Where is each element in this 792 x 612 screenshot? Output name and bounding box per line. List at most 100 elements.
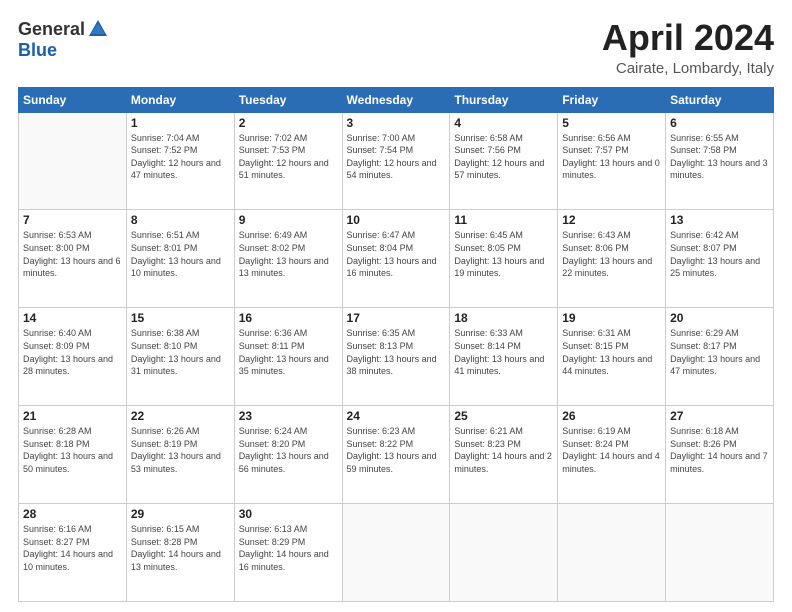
- week-row-1: 7Sunrise: 6:53 AMSunset: 8:00 PMDaylight…: [19, 210, 774, 308]
- day-info: Sunrise: 6:51 AMSunset: 8:01 PMDaylight:…: [131, 229, 230, 279]
- day-number: 18: [454, 311, 553, 325]
- day-info: Sunrise: 6:40 AMSunset: 8:09 PMDaylight:…: [23, 327, 122, 377]
- day-number: 3: [347, 116, 446, 130]
- day-info: Sunrise: 6:36 AMSunset: 8:11 PMDaylight:…: [239, 327, 338, 377]
- weekday-header-monday: Monday: [126, 87, 234, 112]
- day-info: Sunrise: 6:58 AMSunset: 7:56 PMDaylight:…: [454, 132, 553, 182]
- day-info: Sunrise: 6:55 AMSunset: 7:58 PMDaylight:…: [670, 132, 769, 182]
- day-number: 17: [347, 311, 446, 325]
- day-cell: 15 Sunrise: 6:38 AMSunset: 8:10 PMDayligh…: [126, 308, 234, 406]
- header: General Blue April 2024 Cairate, Lombard…: [18, 18, 774, 77]
- day-info: Sunrise: 6:16 AMSunset: 8:27 PMDaylight:…: [23, 523, 122, 573]
- day-cell: 24Sunrise: 6:23 AMSunset: 8:22 PMDayligh…: [342, 406, 450, 504]
- day-cell: 7Sunrise: 6:53 AMSunset: 8:00 PMDaylight…: [19, 210, 127, 308]
- week-row-0: 1Sunrise: 7:04 AMSunset: 7:52 PMDaylight…: [19, 112, 774, 210]
- day-number: 11: [454, 213, 553, 227]
- day-cell: 4 Sunrise: 6:58 AMSunset: 7:56 PMDaylight…: [450, 112, 558, 210]
- day-number: 19: [562, 311, 661, 325]
- day-cell: 10 Sunrise: 6:47 AMSunset: 8:04 PMDayligh…: [342, 210, 450, 308]
- logo-general-text: General: [18, 19, 85, 40]
- day-number: 20: [670, 311, 769, 325]
- day-number: 7: [23, 213, 122, 227]
- day-cell: 17 Sunrise: 6:35 AMSunset: 8:13 PMDayligh…: [342, 308, 450, 406]
- day-cell: [666, 504, 774, 602]
- day-info: Sunrise: 6:47 AMSunset: 8:04 PMDaylight:…: [347, 229, 446, 279]
- day-cell: 26 Sunrise: 6:19 AMSunset: 8:24 PMDayligh…: [558, 406, 666, 504]
- day-cell: [342, 504, 450, 602]
- day-number: 6: [670, 116, 769, 130]
- logo-icon: [87, 18, 109, 40]
- day-cell: 29 Sunrise: 6:15 AMSunset: 8:28 PMDayligh…: [126, 504, 234, 602]
- day-cell: 20 Sunrise: 6:29 AMSunset: 8:17 PMDayligh…: [666, 308, 774, 406]
- day-cell: 21 Sunrise: 6:28 AMSunset: 8:18 PMDayligh…: [19, 406, 127, 504]
- day-cell: 19 Sunrise: 6:31 AMSunset: 8:15 PMDayligh…: [558, 308, 666, 406]
- weekday-header-thursday: Thursday: [450, 87, 558, 112]
- weekday-header-friday: Friday: [558, 87, 666, 112]
- day-cell: [19, 112, 127, 210]
- day-info: Sunrise: 6:33 AMSunset: 8:14 PMDaylight:…: [454, 327, 553, 377]
- day-cell: 28 Sunrise: 6:16 AMSunset: 8:27 PMDayligh…: [19, 504, 127, 602]
- month-title: April 2024: [602, 18, 774, 58]
- day-cell: 12 Sunrise: 6:43 AMSunset: 8:06 PMDayligh…: [558, 210, 666, 308]
- day-info: Sunrise: 6:49 AMSunset: 8:02 PMDaylight:…: [239, 229, 338, 279]
- day-info: Sunrise: 7:04 AMSunset: 7:52 PMDaylight:…: [131, 132, 230, 182]
- day-number: 8: [131, 213, 230, 227]
- day-number: 29: [131, 507, 230, 521]
- day-info: Sunrise: 6:31 AMSunset: 8:15 PMDaylight:…: [562, 327, 661, 377]
- day-info: Sunrise: 6:15 AMSunset: 8:28 PMDaylight:…: [131, 523, 230, 573]
- day-info: Sunrise: 6:13 AMSunset: 8:29 PMDaylight:…: [239, 523, 338, 573]
- day-cell: 27 Sunrise: 6:18 AMSunset: 8:26 PMDayligh…: [666, 406, 774, 504]
- day-number: 2: [239, 116, 338, 130]
- weekday-header-saturday: Saturday: [666, 87, 774, 112]
- day-cell: 30 Sunrise: 6:13 AMSunset: 8:29 PMDayligh…: [234, 504, 342, 602]
- weekday-header-wednesday: Wednesday: [342, 87, 450, 112]
- weekday-header-row: SundayMondayTuesdayWednesdayThursdayFrid…: [19, 87, 774, 112]
- day-number: 13: [670, 213, 769, 227]
- day-cell: 25 Sunrise: 6:21 AMSunset: 8:23 PMDayligh…: [450, 406, 558, 504]
- day-number: 27: [670, 409, 769, 423]
- day-number: 15: [131, 311, 230, 325]
- day-number: 30: [239, 507, 338, 521]
- day-info: Sunrise: 6:18 AMSunset: 8:26 PMDaylight:…: [670, 425, 769, 475]
- calendar-table: SundayMondayTuesdayWednesdayThursdayFrid…: [18, 87, 774, 602]
- day-number: 16: [239, 311, 338, 325]
- day-info: Sunrise: 6:42 AMSunset: 8:07 PMDaylight:…: [670, 229, 769, 279]
- day-info: Sunrise: 6:56 AMSunset: 7:57 PMDaylight:…: [562, 132, 661, 182]
- day-number: 23: [239, 409, 338, 423]
- day-info: Sunrise: 6:45 AMSunset: 8:05 PMDaylight:…: [454, 229, 553, 279]
- location: Cairate, Lombardy, Italy: [602, 60, 774, 77]
- day-number: 5: [562, 116, 661, 130]
- day-cell: 3 Sunrise: 7:00 AMSunset: 7:54 PMDaylight…: [342, 112, 450, 210]
- weekday-header-tuesday: Tuesday: [234, 87, 342, 112]
- day-number: 4: [454, 116, 553, 130]
- day-cell: 2 Sunrise: 7:02 AMSunset: 7:53 PMDaylight…: [234, 112, 342, 210]
- day-info: Sunrise: 6:38 AMSunset: 8:10 PMDaylight:…: [131, 327, 230, 377]
- weekday-header-sunday: Sunday: [19, 87, 127, 112]
- day-cell: 14 Sunrise: 6:40 AMSunset: 8:09 PMDayligh…: [19, 308, 127, 406]
- day-number: 14: [23, 311, 122, 325]
- day-info: Sunrise: 6:29 AMSunset: 8:17 PMDaylight:…: [670, 327, 769, 377]
- day-info: Sunrise: 6:21 AMSunset: 8:23 PMDaylight:…: [454, 425, 553, 475]
- day-cell: 18 Sunrise: 6:33 AMSunset: 8:14 PMDayligh…: [450, 308, 558, 406]
- day-info: Sunrise: 6:19 AMSunset: 8:24 PMDaylight:…: [562, 425, 661, 475]
- day-number: 26: [562, 409, 661, 423]
- week-row-4: 28 Sunrise: 6:16 AMSunset: 8:27 PMDayligh…: [19, 504, 774, 602]
- day-number: 28: [23, 507, 122, 521]
- day-number: 21: [23, 409, 122, 423]
- day-number: 25: [454, 409, 553, 423]
- day-info: Sunrise: 6:35 AMSunset: 8:13 PMDaylight:…: [347, 327, 446, 377]
- day-info: Sunrise: 6:43 AMSunset: 8:06 PMDaylight:…: [562, 229, 661, 279]
- week-row-2: 14 Sunrise: 6:40 AMSunset: 8:09 PMDayligh…: [19, 308, 774, 406]
- day-info: Sunrise: 7:00 AMSunset: 7:54 PMDaylight:…: [347, 132, 446, 182]
- day-cell: [558, 504, 666, 602]
- day-cell: 1Sunrise: 7:04 AMSunset: 7:52 PMDaylight…: [126, 112, 234, 210]
- day-info: Sunrise: 6:24 AMSunset: 8:20 PMDaylight:…: [239, 425, 338, 475]
- day-cell: 11 Sunrise: 6:45 AMSunset: 8:05 PMDayligh…: [450, 210, 558, 308]
- day-info: Sunrise: 6:28 AMSunset: 8:18 PMDaylight:…: [23, 425, 122, 475]
- day-info: Sunrise: 7:02 AMSunset: 7:53 PMDaylight:…: [239, 132, 338, 182]
- day-info: Sunrise: 6:26 AMSunset: 8:19 PMDaylight:…: [131, 425, 230, 475]
- day-number: 22: [131, 409, 230, 423]
- day-number: 10: [347, 213, 446, 227]
- day-cell: 22 Sunrise: 6:26 AMSunset: 8:19 PMDayligh…: [126, 406, 234, 504]
- day-number: 12: [562, 213, 661, 227]
